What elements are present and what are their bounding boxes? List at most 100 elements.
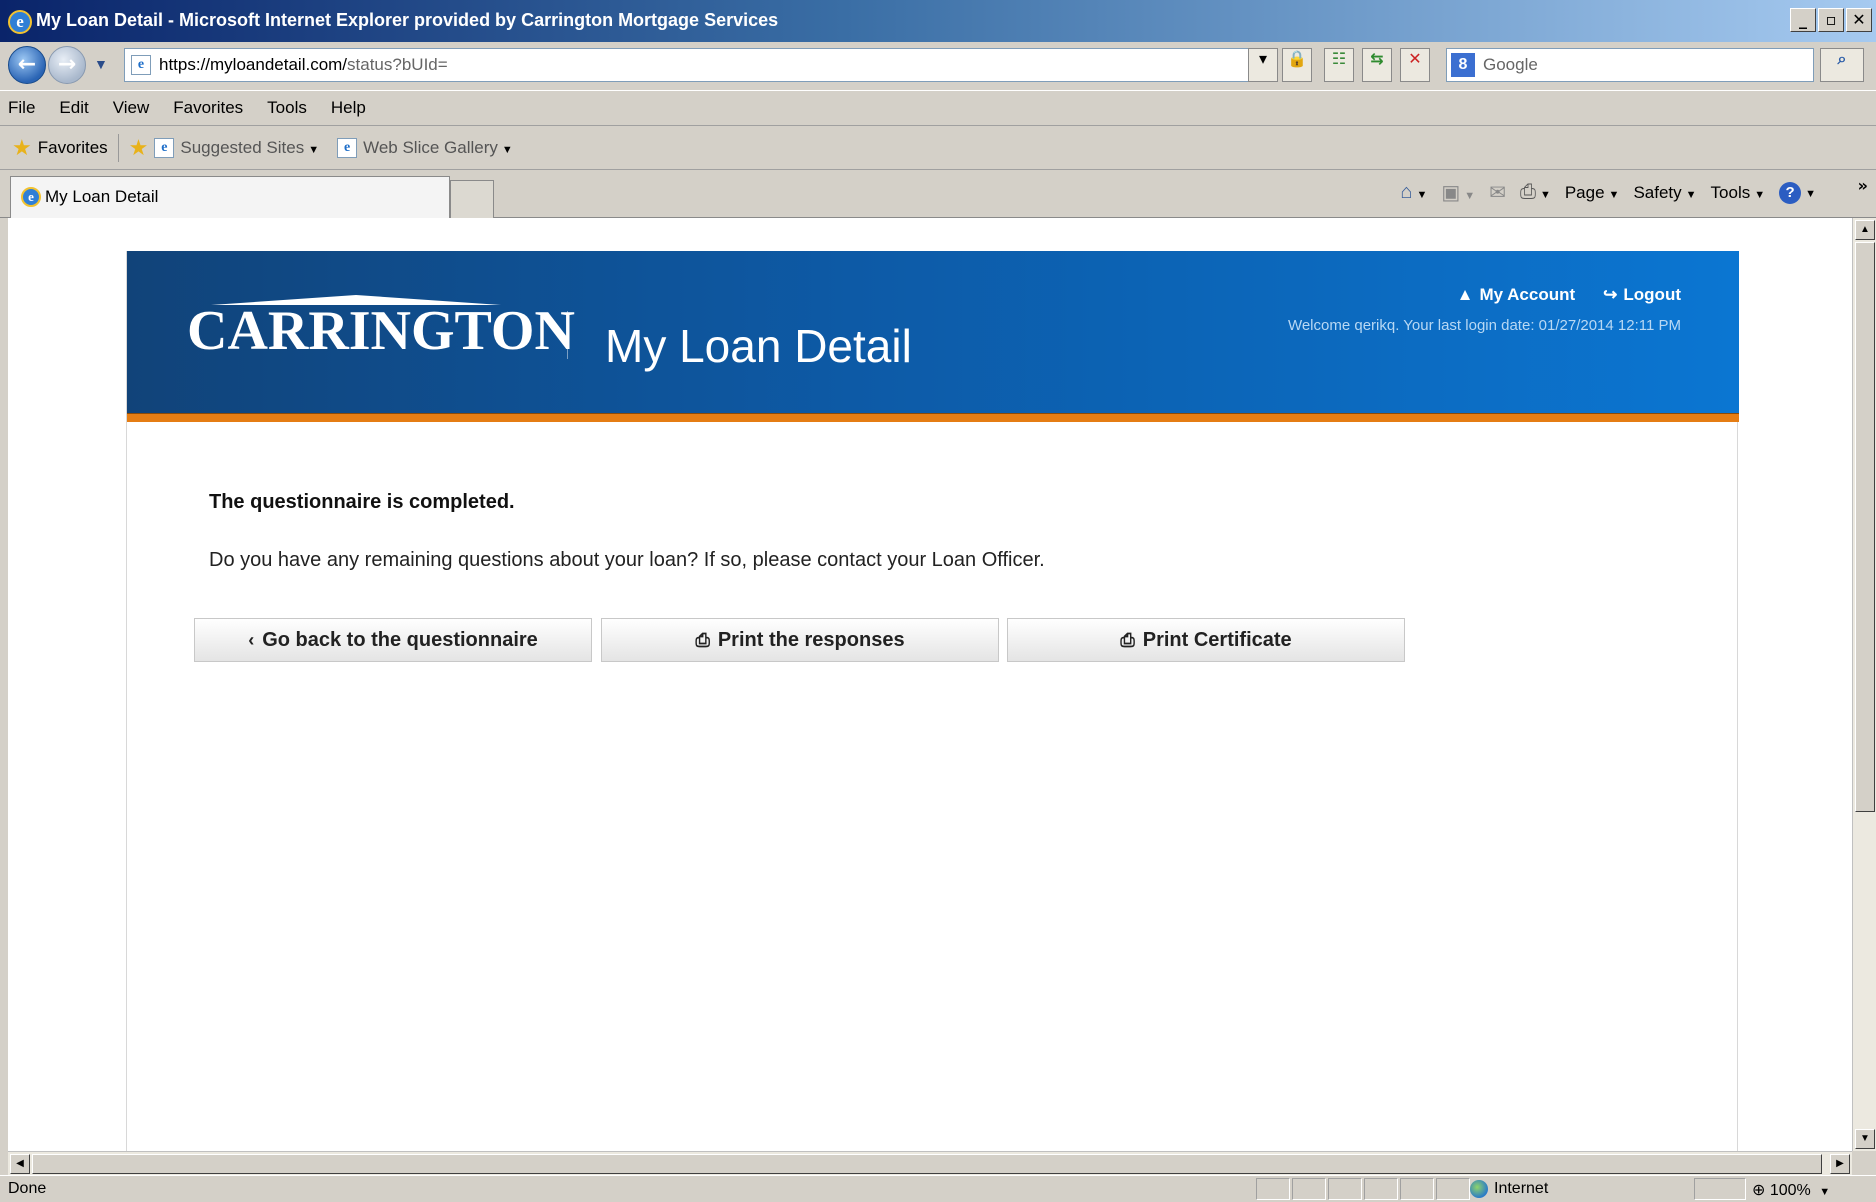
forward-button[interactable]: → xyxy=(48,46,86,84)
tab-ie-icon: e xyxy=(21,187,41,207)
site-header: CARRINGTON My Loan Detail ▲ My Account ↪ L… xyxy=(127,251,1739,413)
web-slice-gallery-label: Web Slice Gallery xyxy=(363,137,498,157)
mail-icon[interactable]: ✉ xyxy=(1489,180,1506,205)
scroll-down-icon[interactable]: ▼ xyxy=(1855,1129,1875,1149)
menu-help[interactable]: Help xyxy=(331,98,366,118)
logout-link[interactable]: ↪ Logout xyxy=(1603,285,1681,305)
chevron-down-icon: ▼ xyxy=(1539,189,1551,201)
chevron-left-icon: ‹ xyxy=(248,629,255,650)
new-tab-button[interactable] xyxy=(450,180,494,218)
web-slice-gallery-link[interactable]: Web Slice Gallery ▼ xyxy=(363,138,513,158)
menu-edit[interactable]: Edit xyxy=(59,98,88,118)
status-text: Done xyxy=(8,1180,47,1197)
my-account-link[interactable]: ▲ My Account xyxy=(1457,285,1576,305)
help-menu[interactable]: ? ▼ xyxy=(1779,181,1816,204)
suggested-sites-link[interactable]: Suggested Sites ▼ xyxy=(180,138,319,158)
tools-menu[interactable]: Tools ▼ xyxy=(1711,183,1766,203)
scroll-right-icon[interactable]: ▶ xyxy=(1830,1154,1850,1174)
ie-logo-icon: e xyxy=(8,10,32,34)
favorites-button[interactable]: Favorites xyxy=(38,138,108,158)
logout-label: Logout xyxy=(1623,285,1681,304)
vertical-scrollbar[interactable]: ▲ ▼ xyxy=(1852,218,1876,1151)
close-window-button[interactable]: ✕ xyxy=(1846,8,1872,32)
add-favorite-icon[interactable]: ★ xyxy=(129,135,149,161)
zoom-level[interactable]: ⊕ 100% ▼ xyxy=(1752,1180,1830,1200)
chevron-down-icon: ▼ xyxy=(1805,187,1816,200)
url-path: status?bUId= xyxy=(347,55,448,74)
back-to-questionnaire-button[interactable]: ‹ Go back to the questionnaire xyxy=(194,618,592,662)
search-icon[interactable]: ⌕ xyxy=(1820,48,1864,82)
chevron-down-icon: ▼ xyxy=(501,143,513,156)
zoom-label: 100% xyxy=(1769,1182,1811,1199)
status-pane xyxy=(1328,1178,1362,1200)
compatibility-icon[interactable]: ☷ xyxy=(1324,48,1354,82)
status-pane xyxy=(1364,1178,1398,1200)
vertical-scroll-thumb[interactable] xyxy=(1855,242,1875,812)
chevron-down-icon: ▼ xyxy=(1819,1186,1831,1198)
horizontal-scroll-thumb[interactable] xyxy=(32,1154,1822,1174)
completion-heading: The questionnaire is completed. xyxy=(209,491,515,513)
favorites-divider xyxy=(117,133,119,162)
restore-button[interactable]: ▫ xyxy=(1818,8,1844,32)
suggested-sites-label: Suggested Sites xyxy=(180,137,305,157)
print-responses-label: Print the responses xyxy=(717,628,905,651)
safety-menu[interactable]: Safety ▼ xyxy=(1633,183,1696,203)
chevron-down-icon: ▼ xyxy=(308,143,320,156)
user-icon: ▲ xyxy=(1456,285,1474,304)
recent-pages-dropdown-icon[interactable]: ▼ xyxy=(94,56,108,72)
page-menu-label: Page xyxy=(1564,182,1605,202)
print-icon[interactable]: ⎙ ▼ xyxy=(1520,181,1551,204)
security-zone[interactable]: Internet xyxy=(1470,1180,1548,1198)
status-pane xyxy=(1256,1178,1290,1200)
scroll-up-icon[interactable]: ▲ xyxy=(1855,220,1875,240)
home-icon[interactable]: ⌂ ▼ xyxy=(1400,181,1427,204)
globe-icon xyxy=(1470,1180,1488,1198)
carrington-logo[interactable]: CARRINGTON xyxy=(187,299,575,363)
print-certificate-button[interactable]: ⎙ Print Certificate xyxy=(1007,618,1405,662)
window-controls: _ ▫ ✕ xyxy=(1790,8,1872,32)
page-menu[interactable]: Page ▼ xyxy=(1565,183,1620,203)
horizontal-scrollbar[interactable]: ◀ ▶ xyxy=(8,1151,1852,1175)
overflow-chevron-icon[interactable]: » xyxy=(1858,176,1868,195)
address-bar[interactable]: e https://myloandetail.com/status?bUId= xyxy=(124,48,1276,82)
header-accent-stripe xyxy=(127,413,1739,422)
menu-bar: File Edit View Favorites Tools Help xyxy=(0,90,1876,126)
protected-mode-icon[interactable] xyxy=(1694,1178,1746,1200)
status-bar: Done Internet ⊕ 100% ▼ xyxy=(0,1175,1876,1202)
completion-message: Do you have any remaining questions abou… xyxy=(209,549,1045,571)
feeds-icon[interactable]: ▣ ▼ xyxy=(1441,180,1475,205)
tab-my-loan-detail[interactable]: e My Loan Detail xyxy=(10,176,450,218)
welcome-message: Welcome qerikq. Your last login date: 01… xyxy=(1287,317,1681,334)
scroll-left-icon[interactable]: ◀ xyxy=(10,1154,30,1174)
status-pane xyxy=(1292,1178,1326,1200)
stop-icon[interactable]: ✕ xyxy=(1400,48,1430,82)
tab-row: e My Loan Detail ⌂ ▼ ▣ ▼ ✉ ⎙ ▼ Page ▼ Safety… xyxy=(0,170,1876,218)
menu-view[interactable]: View xyxy=(113,98,150,118)
search-placeholder: Google xyxy=(1483,55,1538,74)
print-responses-button[interactable]: ⎙ Print the responses xyxy=(601,618,999,662)
print-icon: ⎙ xyxy=(1120,629,1135,650)
tools-menu-label: Tools xyxy=(1710,182,1751,202)
address-dropdown-icon[interactable]: ▾ xyxy=(1248,48,1278,82)
status-pane xyxy=(1400,1178,1434,1200)
menu-tools[interactable]: Tools xyxy=(267,98,307,118)
site-container: CARRINGTON My Loan Detail ▲ My Account ↪ L… xyxy=(126,251,1739,1151)
address-toolbar: ← → ▼ e https://myloandetail.com/status?… xyxy=(0,42,1876,90)
search-input[interactable]: 8 Google xyxy=(1446,48,1814,82)
refresh-icon[interactable]: ⇆ xyxy=(1362,48,1392,82)
print-icon: ⎙ xyxy=(695,629,710,650)
google-icon: 8 xyxy=(1451,53,1475,77)
menu-favorites[interactable]: Favorites xyxy=(173,98,243,118)
menu-file[interactable]: File xyxy=(8,98,35,118)
browser-viewport: CARRINGTON My Loan Detail ▲ My Account ↪ L… xyxy=(8,218,1852,1151)
help-icon: ? xyxy=(1779,181,1802,204)
lock-icon[interactable]: 🔒 xyxy=(1282,48,1312,82)
back-button[interactable]: ← xyxy=(8,46,46,84)
minimize-button[interactable]: _ xyxy=(1790,8,1816,32)
window-title: My Loan Detail - Microsoft Internet Expl… xyxy=(36,10,779,30)
window-title-bar[interactable]: e My Loan Detail - Microsoft Internet Ex… xyxy=(0,0,1876,42)
print-certificate-label: Print Certificate xyxy=(1142,628,1292,651)
chevron-down-icon: ▼ xyxy=(1754,188,1766,201)
status-pane xyxy=(1436,1178,1470,1200)
account-links: ▲ My Account ↪ Logout xyxy=(1457,285,1681,305)
